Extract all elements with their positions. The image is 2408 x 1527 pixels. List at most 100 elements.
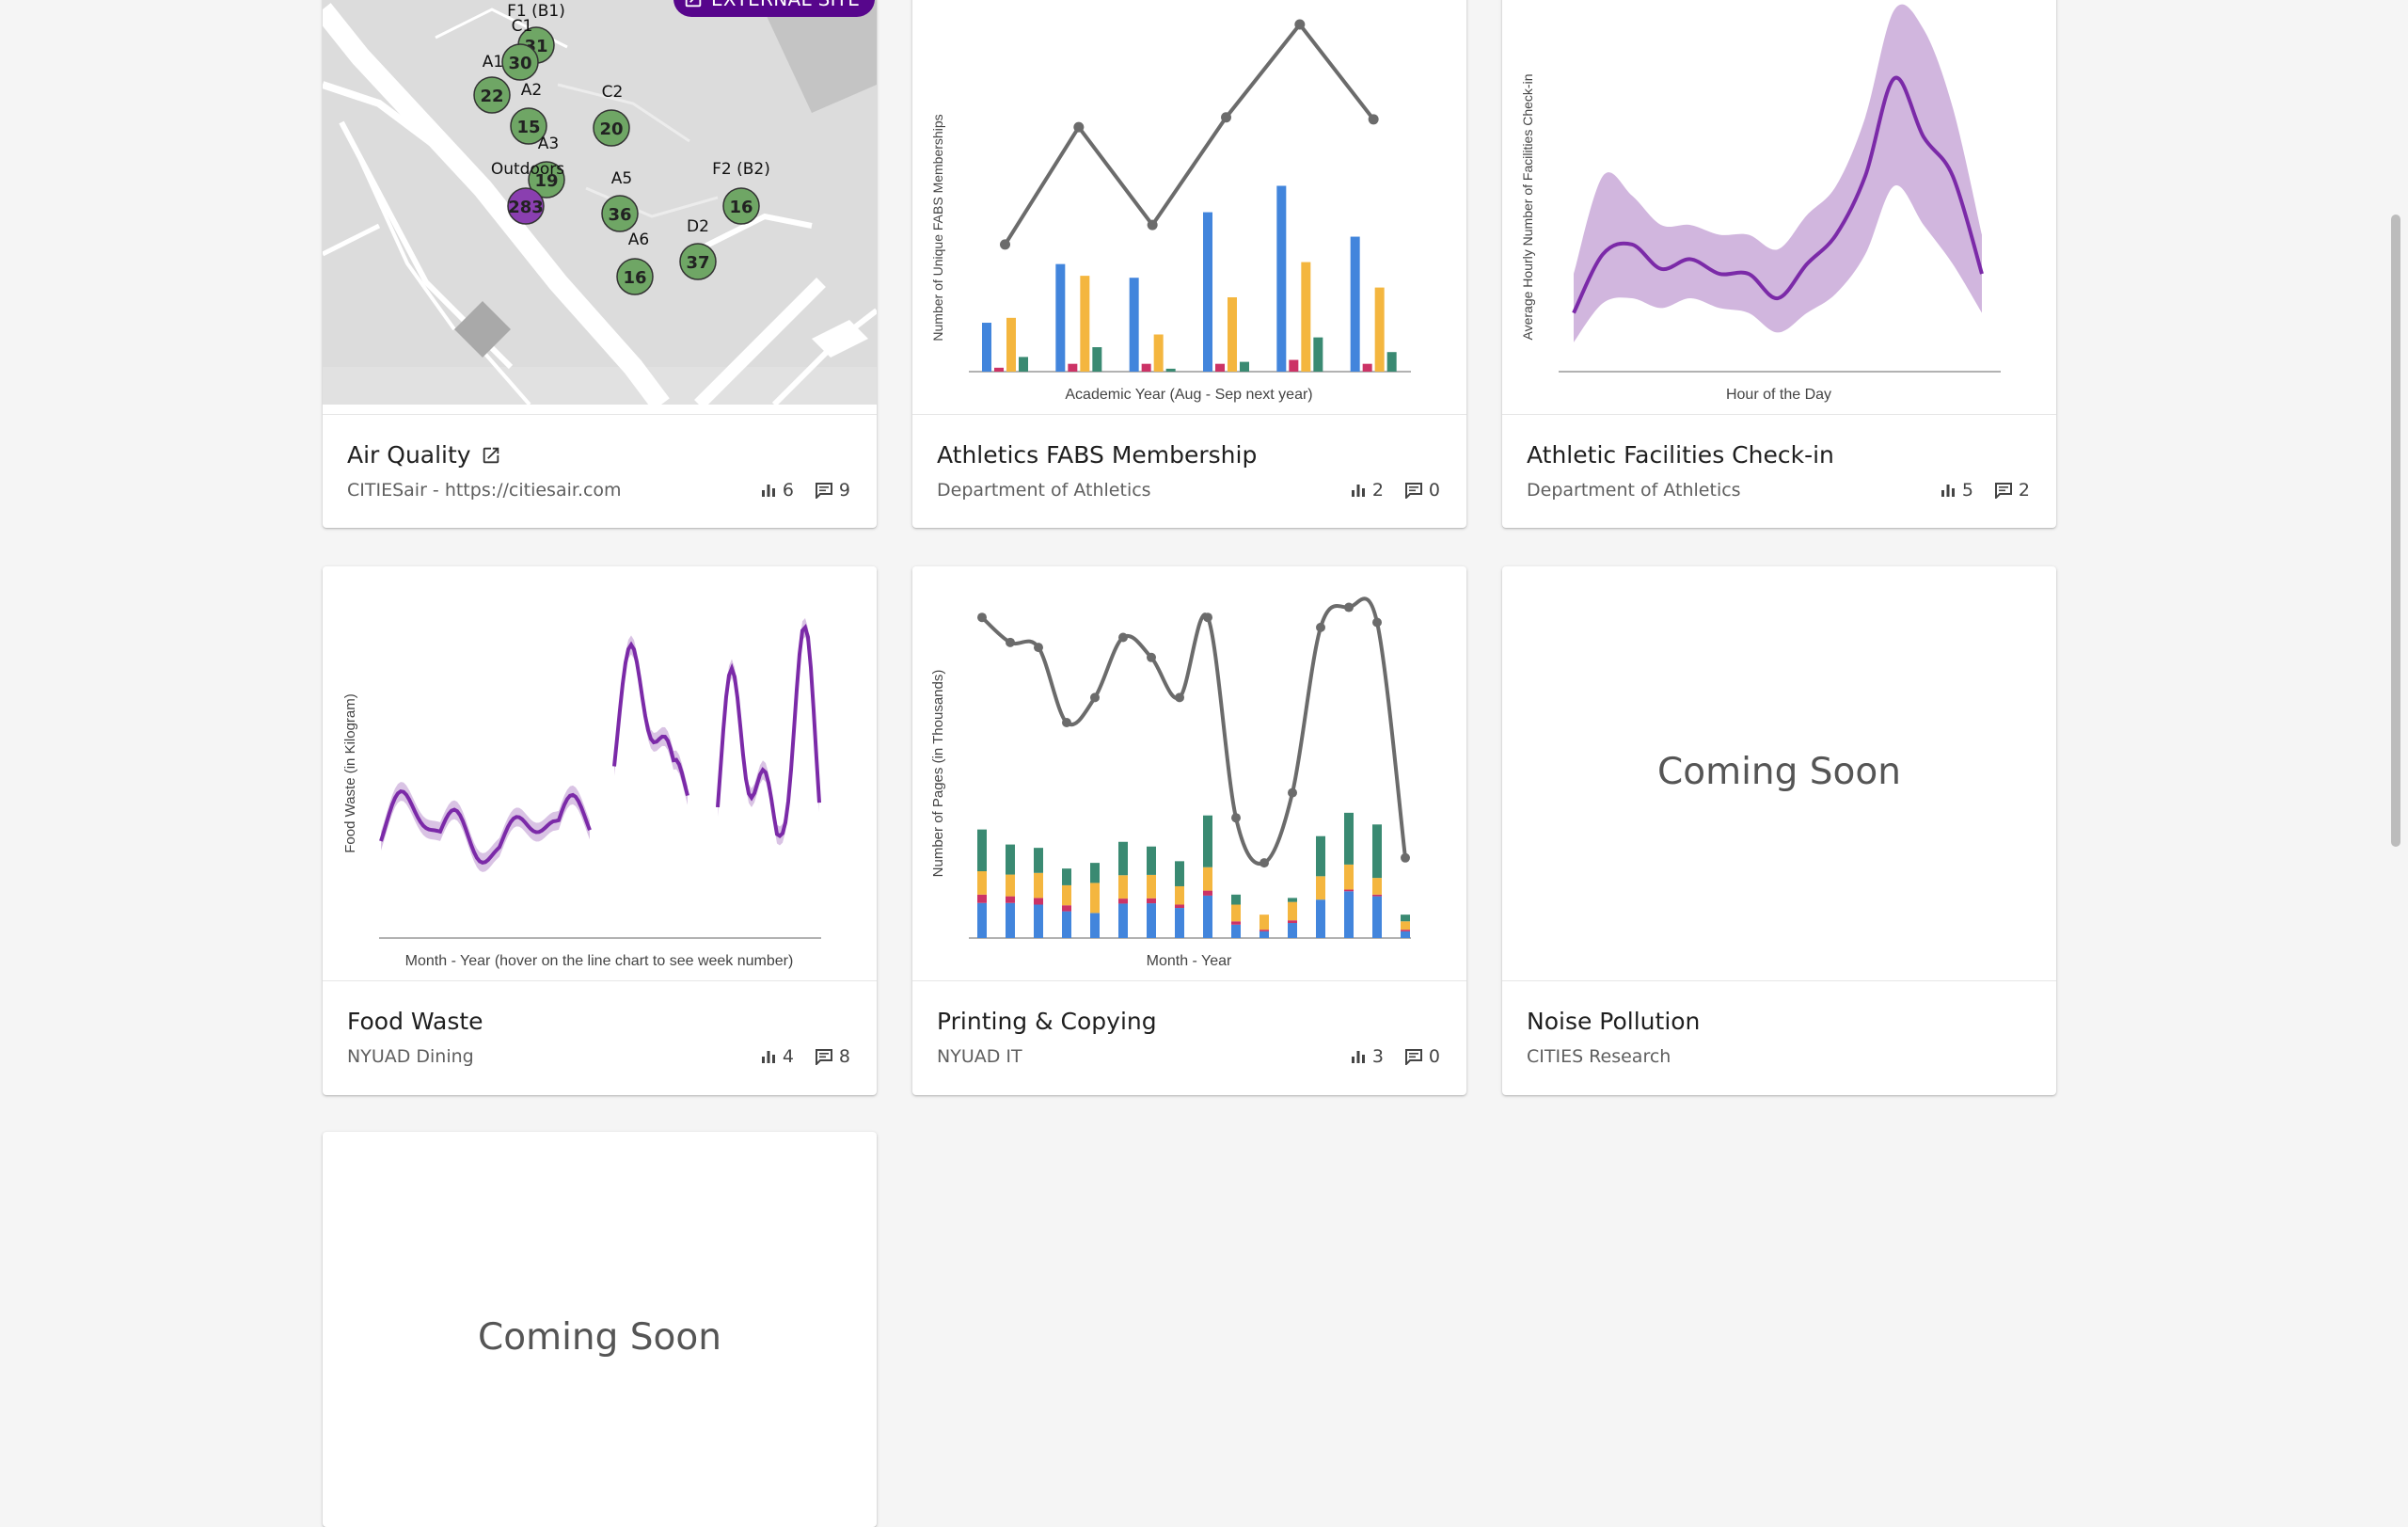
card-title[interactable]: Athletic Facilities Check-in xyxy=(1527,441,1834,469)
open-in-new-icon[interactable] xyxy=(481,445,501,466)
bar xyxy=(1374,287,1385,372)
stacked-bar-segment xyxy=(1259,931,1269,938)
stacked-bar-segment xyxy=(1203,890,1212,896)
card-subtitle: NYUAD IT xyxy=(937,1046,1022,1067)
stacked-bar-segment xyxy=(1344,891,1354,938)
stacked-bar-segment xyxy=(1316,835,1325,877)
bar xyxy=(1276,185,1287,372)
map-marker-value: 20 xyxy=(599,119,623,139)
stacked-bar-segment xyxy=(1147,903,1156,938)
bar xyxy=(1080,276,1090,372)
stacked-bar-segment xyxy=(1203,895,1212,938)
stacked-bar-segment xyxy=(1147,846,1156,875)
card-divider xyxy=(912,414,1466,415)
confidence-band xyxy=(1574,4,1982,342)
card-athletics-fabs[interactable]: Academic Year (Aug - Sep next year) Numbe… xyxy=(912,0,1466,528)
card-printing-copying[interactable]: Month - Year Number of Pages (in Thousand… xyxy=(912,566,1466,1095)
stacked-bar-segment xyxy=(1090,863,1100,883)
card-food-waste[interactable]: Month - Year (hover on the line chart to… xyxy=(323,566,877,1095)
stacked-bar-segment xyxy=(1316,876,1325,900)
comment-icon xyxy=(1404,483,1422,499)
card-athletic-checkin[interactable]: Hour of the Day Average Hourly Number of … xyxy=(1502,0,2056,528)
stacked-bar-segment xyxy=(1034,872,1043,899)
comments-stat: 2 xyxy=(1994,480,2030,501)
stacked-bar-segment xyxy=(1372,878,1382,895)
total-line xyxy=(1003,21,1375,246)
bar-chart-icon xyxy=(761,1051,775,1063)
coming-soon-label: Coming Soon xyxy=(1657,751,1901,793)
card-title[interactable]: Printing & Copying xyxy=(937,1008,1157,1035)
comments-count: 9 xyxy=(838,480,850,501)
stacked-bar-segment xyxy=(977,829,987,871)
comments-stat: 9 xyxy=(815,480,850,501)
stacked-bar-segment xyxy=(1401,915,1410,922)
bar xyxy=(994,367,1004,372)
fabs-chart: Academic Year (Aug - Sep next year) Numbe… xyxy=(912,0,1466,414)
printing-chart: Month - Year Number of Pages (in Thousand… xyxy=(912,566,1466,980)
stacked-bar-segment xyxy=(1401,930,1410,931)
card-divider xyxy=(323,980,877,981)
air-quality-map: 31 F1 (B1) 30 C1 22 A1 15 A2 20 C2 19 A3 283 Outdoors… xyxy=(323,0,877,405)
stacked-bar-segment xyxy=(1372,894,1382,897)
y-axis-label: Food Waste (in Kilogram) xyxy=(342,693,358,853)
bar xyxy=(1019,357,1028,372)
line-point xyxy=(1147,219,1158,231)
external-site-badge[interactable]: EXTERNAL SITE xyxy=(673,0,876,17)
stacked-bar-segment xyxy=(1118,841,1128,876)
line-point xyxy=(1372,617,1382,628)
comments-stat: 0 xyxy=(1404,480,1440,501)
card-title[interactable]: Athletics FABS Membership xyxy=(937,441,1257,469)
stacked-bar-segment xyxy=(1118,903,1128,938)
stacked-bar-segment xyxy=(1401,931,1410,938)
x-axis-label: Month - Year (hover on the line chart to… xyxy=(405,953,794,969)
page-scrollbar[interactable] xyxy=(2384,0,2408,1505)
card-coming-soon[interactable]: Coming Soon xyxy=(323,1132,877,1527)
stacked-bar-segment xyxy=(1259,915,1269,931)
card-stats: 2 0 xyxy=(1350,480,1440,501)
comment-icon xyxy=(1994,483,2012,499)
stacked-bar-segment xyxy=(1090,883,1100,914)
stacked-bar-segment xyxy=(1062,911,1071,938)
stacked-bar-segment xyxy=(1175,904,1184,909)
line-point xyxy=(1344,602,1354,612)
map-marker-value: 36 xyxy=(608,205,631,225)
bar xyxy=(1153,334,1164,372)
stacked-bar-segment xyxy=(1175,908,1184,938)
open-in-new-icon xyxy=(685,0,702,8)
line-point xyxy=(1221,112,1231,123)
card-title[interactable]: Air Quality xyxy=(347,441,501,469)
stacked-bar-segment xyxy=(1231,924,1241,938)
views-count: 3 xyxy=(1371,1046,1384,1067)
stacked-bar-segment xyxy=(1034,898,1043,905)
stacked-bar-segment xyxy=(1175,885,1184,905)
bar xyxy=(1228,297,1237,372)
line-point xyxy=(1203,612,1212,623)
line-point xyxy=(1034,643,1043,653)
stacked-bar-segment xyxy=(1034,848,1043,873)
card-noise-pollution[interactable]: Coming Soon Noise Pollution CITIES Resea… xyxy=(1502,566,2056,1095)
card-subtitle: NYUAD Dining xyxy=(347,1046,474,1067)
map-marker-value: 37 xyxy=(686,253,709,273)
views-stat: 5 xyxy=(1940,480,1973,501)
stacked-bar-segment xyxy=(1231,904,1241,922)
food-waste-chart: Month - Year (hover on the line chart to… xyxy=(323,566,877,980)
bar xyxy=(1141,363,1151,372)
stacked-bar-segment xyxy=(1203,815,1212,867)
x-axis-label: Academic Year (Aug - Sep next year) xyxy=(1065,387,1312,403)
card-air-quality[interactable]: 31 F1 (B1) 30 C1 22 A1 15 A2 20 C2 19 A3 283 Outdoors… xyxy=(323,0,877,528)
card-title[interactable]: Noise Pollution xyxy=(1527,1008,1700,1035)
scrollbar-thumb[interactable] xyxy=(2391,215,2400,847)
stacked-bar-segment xyxy=(1288,923,1297,938)
stacked-bar-segment xyxy=(1006,896,1015,903)
map-marker-value: 283 xyxy=(508,198,544,217)
map-marker-label: C1 xyxy=(512,17,533,36)
external-site-label: EXTERNAL SITE xyxy=(711,0,860,10)
card-title[interactable]: Food Waste xyxy=(347,1008,483,1035)
card-subtitle: Department of Athletics xyxy=(1527,480,1741,501)
stacked-bar-segment xyxy=(1175,861,1184,886)
y-axis-label: Number of Unique FABS Memberships xyxy=(930,114,945,341)
map-marker-label: F2 (B2) xyxy=(712,160,770,179)
card-stats: 4 8 xyxy=(760,1046,850,1067)
food-waste-line xyxy=(612,641,689,797)
map-marker-label: C2 xyxy=(602,83,624,102)
